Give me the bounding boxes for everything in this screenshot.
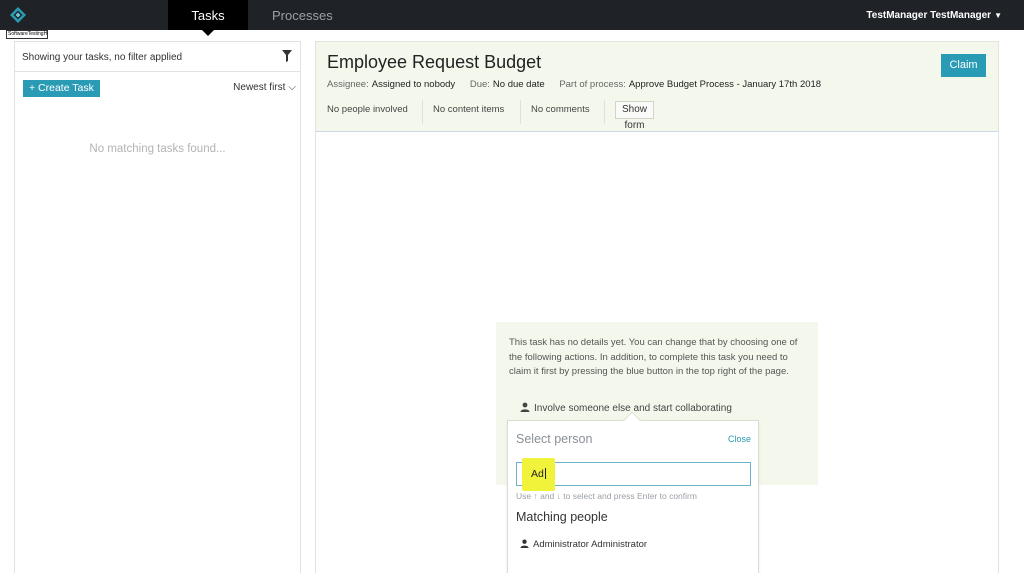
claim-button[interactable]: Claim <box>941 54 986 77</box>
person-search-input[interactable]: Ad <box>516 458 751 491</box>
empty-task-message: No matching tasks found... <box>89 143 226 155</box>
select-person-popup: Select person Close Ad Use ↑ and ↓ to se… <box>507 411 759 573</box>
divider <box>604 100 605 124</box>
divider <box>422 100 423 124</box>
close-link[interactable]: Close <box>728 434 751 444</box>
show-form-button[interactable]: Show form <box>615 101 655 131</box>
tab-processes[interactable]: Processes <box>272 0 333 30</box>
process-label: Part of process: <box>559 79 626 90</box>
filter-icon[interactable] <box>282 50 292 62</box>
divider <box>520 100 521 124</box>
sort-dropdown[interactable]: Newest first ⌵ <box>233 82 296 93</box>
person-icon <box>520 402 530 412</box>
matching-person-name: Administrator Administrator <box>533 539 648 550</box>
people-involved[interactable]: No people involved <box>327 100 408 124</box>
watermark-logo: SoftwareTestingHelp <box>6 30 48 39</box>
task-header: Employee Request Budget Claim Assignee: A… <box>316 42 998 132</box>
details-text: This task has no details yet. You can ch… <box>509 337 798 377</box>
sort-label: Newest first <box>233 82 286 93</box>
content-items[interactable]: No content items <box>433 100 504 124</box>
input-value: Ad <box>531 468 546 480</box>
comments-count[interactable]: No comments <box>531 100 590 124</box>
app-logo-icon[interactable] <box>10 7 26 23</box>
user-name: TestManager TestManager <box>866 10 992 21</box>
chevron-down-icon: ⌵ <box>288 82 296 93</box>
assignee-value[interactable]: Assigned to nobody <box>372 79 455 90</box>
task-title: Employee Request Budget <box>327 52 542 72</box>
involve-someone-link[interactable]: Involve someone else and start collabora… <box>520 402 732 414</box>
create-task-button[interactable]: + Create Task <box>23 80 100 97</box>
text-caret <box>544 468 546 479</box>
matching-person-item[interactable]: Administrator Administrator <box>520 539 647 550</box>
user-menu[interactable]: TestManager TestManager ▼ <box>866 0 1002 30</box>
person-icon <box>520 539 529 548</box>
tab-tasks[interactable]: Tasks <box>168 0 248 36</box>
due-label: Due: <box>469 79 490 90</box>
due-value[interactable]: No due date <box>493 79 545 90</box>
top-nav-bar: Tasks Processes TestManager TestManager ▼ <box>0 0 1024 36</box>
chevron-down-icon: ▼ <box>994 11 1002 20</box>
task-meta: Assignee: Assigned to nobody Due: No due d… <box>327 79 833 90</box>
filter-row: Showing your tasks, no filter applied <box>15 42 300 72</box>
filter-summary: Showing your tasks, no filter applied <box>22 52 183 63</box>
task-list-panel: Showing your tasks, no filter applied + … <box>14 41 301 573</box>
process-link[interactable]: Approve Budget Process - January 17th 20… <box>629 79 821 90</box>
popup-title: Select person <box>516 432 593 446</box>
matching-people-title: Matching people <box>516 510 608 524</box>
keyboard-hint: Use ↑ and ↓ to select and press Enter to… <box>516 491 697 501</box>
assignee-label: Assignee: <box>327 79 369 90</box>
